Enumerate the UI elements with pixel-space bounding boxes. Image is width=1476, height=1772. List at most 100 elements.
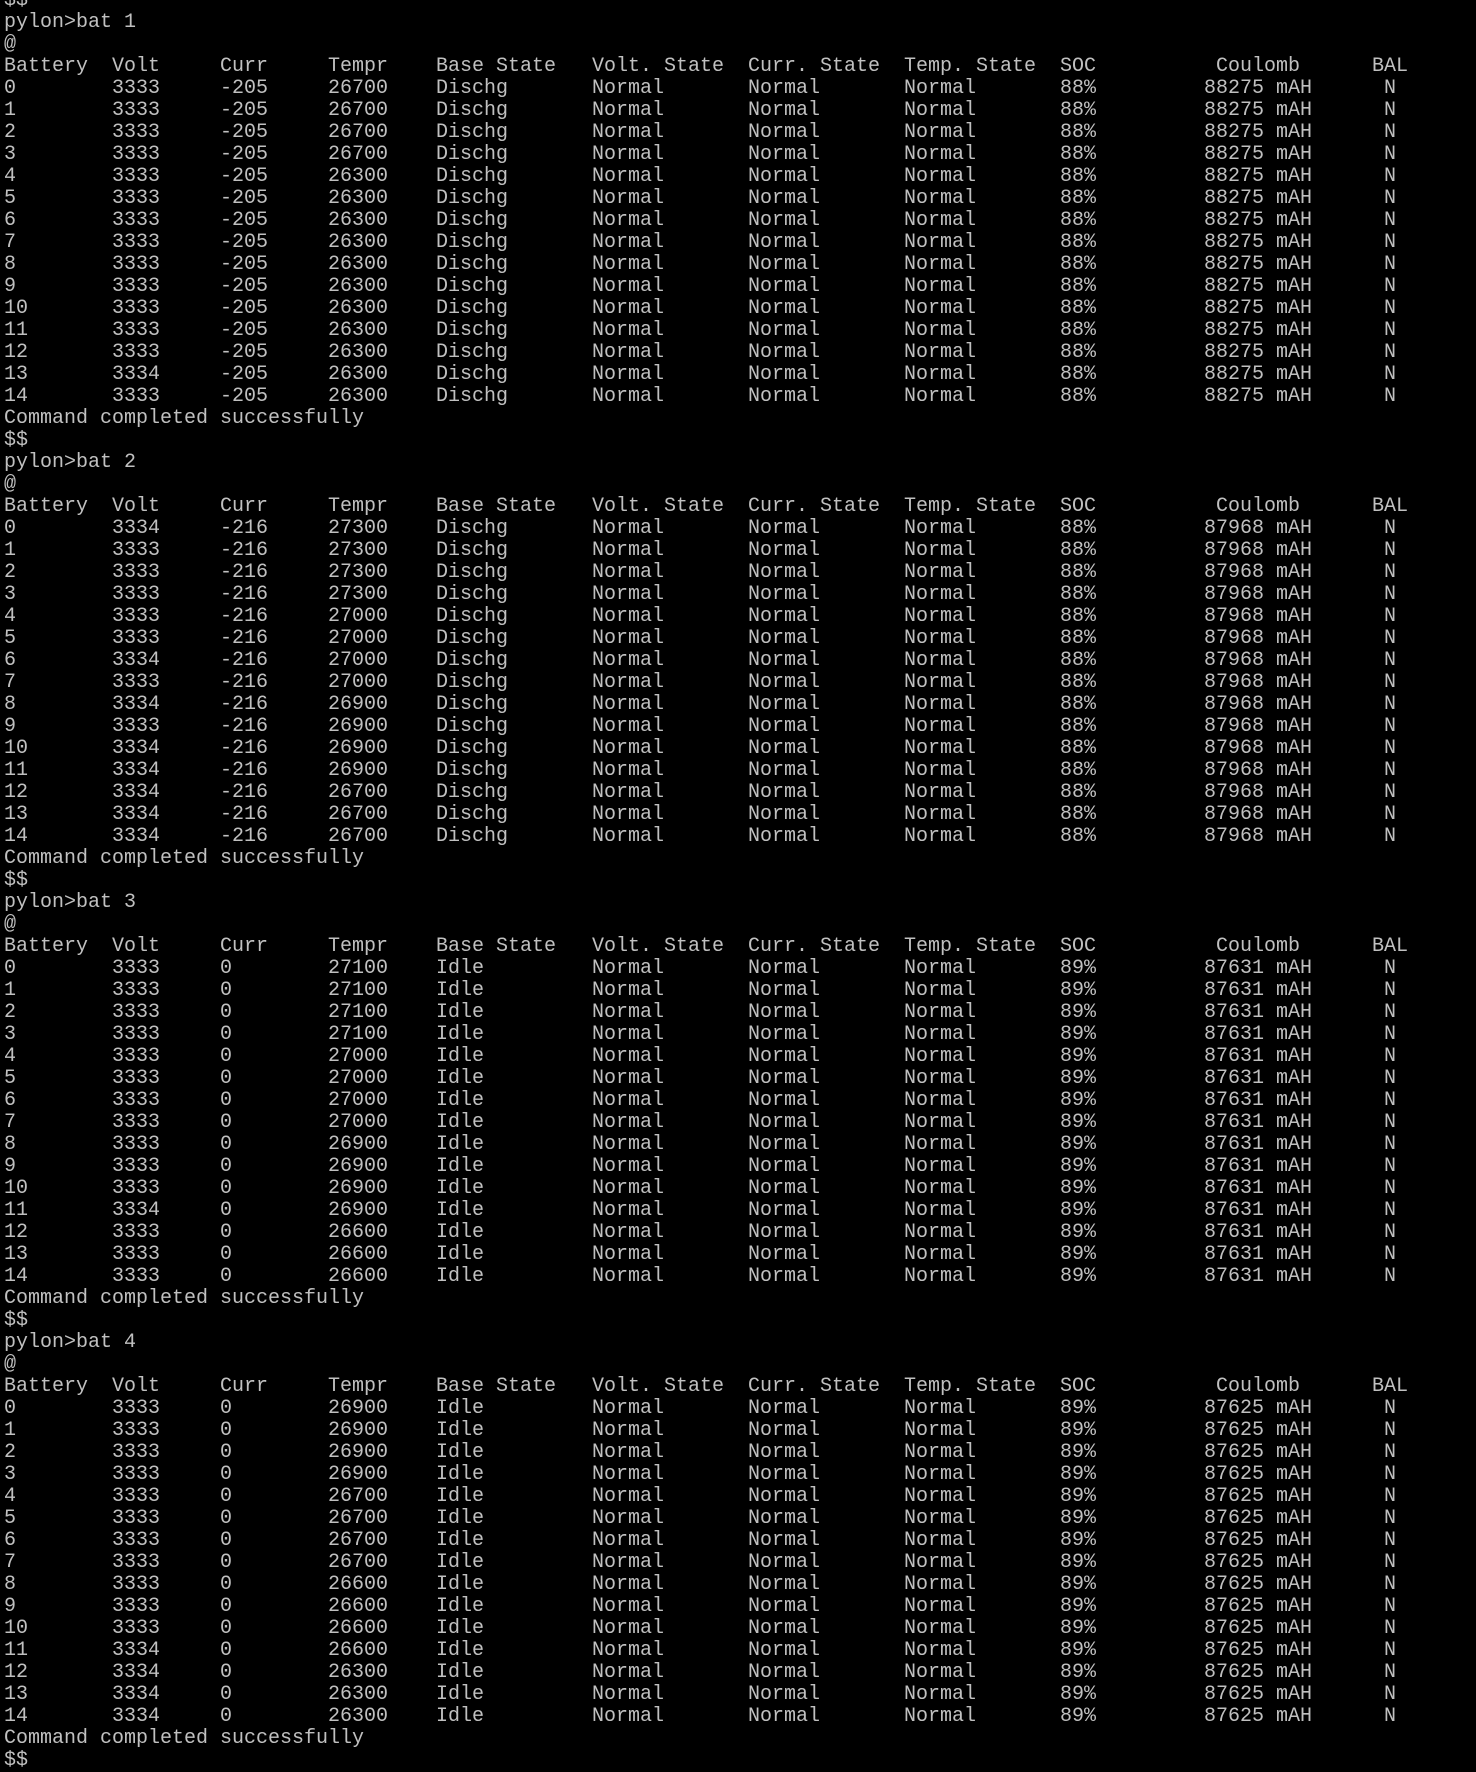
cell-temp-state: Normal [904,715,977,738]
cell-volt: 3333 [112,319,161,342]
ack-line: @ [4,474,1476,496]
cell-volt: 3333 [112,1463,161,1486]
cell-coulomb: 88275 mAH [1204,341,1313,364]
cell-base-state: Dischg [436,605,509,628]
cell-curr: -216 [220,781,269,804]
cell-volt-state: Normal [592,539,665,562]
cell-tempr: 26300 [328,341,389,364]
table-row: 8 3333 0 26600 Idle Normal Normal Normal 89% 8762… [4,1574,1476,1596]
cell-base-state: Idle [436,1419,485,1442]
cell-curr: 0 [220,957,233,980]
cell-base-state: Idle [436,1067,485,1090]
cell-bal: N [1384,1155,1397,1178]
cell-tempr: 26700 [328,77,389,100]
cell-battery: 10 [4,1177,29,1200]
cell-curr: -216 [220,803,269,826]
cell-temp-state: Normal [904,737,977,760]
cell-base-state: Dischg [436,517,509,540]
cell-bal: N [1384,1419,1397,1442]
cell-curr: -216 [220,715,269,738]
cell-bal: N [1384,1529,1397,1552]
cell-temp-state: Normal [904,1133,977,1156]
cell-coulomb: 87625 mAH [1204,1595,1313,1618]
cell-tempr: 26300 [328,275,389,298]
table-row: 5 3333 -205 26300 Dischg Normal Normal Normal 88… [4,188,1476,210]
cell-tempr: 26300 [328,363,389,386]
cell-curr: 0 [220,1441,233,1464]
table-row: 14 3333 -205 26300 Dischg Normal Normal Normal 8… [4,386,1476,408]
cell-soc: 88% [1060,231,1097,254]
cell-volt: 3333 [112,979,161,1002]
cell-bal: N [1384,297,1397,320]
cell-coulomb: 87625 mAH [1204,1705,1313,1728]
cell-curr-state: Normal [748,1111,821,1134]
cell-coulomb: 87968 mAH [1204,583,1313,606]
cell-curr-state: Normal [748,759,821,782]
cell-base-state: Dischg [436,341,509,364]
cell-coulomb: 87625 mAH [1204,1661,1313,1684]
cell-tempr: 27100 [328,957,389,980]
cell-soc: 88% [1060,253,1097,276]
cell-bal: N [1384,385,1397,408]
cell-temp-state: Normal [904,803,977,826]
cell-base-state: Dischg [436,275,509,298]
cell-volt-state: Normal [592,143,665,166]
cell-temp-state: Normal [904,1045,977,1068]
cell-base-state: Dischg [436,539,509,562]
cell-volt: 3333 [112,539,161,562]
cell-volt-state: Normal [592,627,665,650]
prompt-marker: $$ [4,869,29,892]
cell-curr-state: Normal [748,1221,821,1244]
cell-tempr: 26300 [328,209,389,232]
cell-battery: 4 [4,1485,17,1508]
cell-volt: 3333 [112,1265,161,1288]
cell-temp-state: Normal [904,1023,977,1046]
cell-base-state: Idle [436,1463,485,1486]
command-line: pylon>bat 3 [4,892,1476,914]
cell-coulomb: 87968 mAH [1204,803,1313,826]
header-temp-state: Temp. State [904,55,1037,78]
cell-battery: 6 [4,209,17,232]
header-curr: Curr [220,1375,269,1398]
cell-curr-state: Normal [748,825,821,848]
cell-curr-state: Normal [748,979,821,1002]
cell-battery: 12 [4,781,29,804]
cell-soc: 89% [1060,1595,1097,1618]
cell-coulomb: 87625 mAH [1204,1397,1313,1420]
cell-temp-state: Normal [904,1639,977,1662]
cell-bal: N [1384,627,1397,650]
cell-coulomb: 87968 mAH [1204,539,1313,562]
cell-base-state: Idle [436,1023,485,1046]
cell-curr: 0 [220,1133,233,1156]
cell-volt-state: Normal [592,1683,665,1706]
table-row: 5 3333 0 26700 Idle Normal Normal Normal 89% 8762… [4,1508,1476,1530]
cell-volt: 3333 [112,1089,161,1112]
cell-base-state: Idle [436,1441,485,1464]
cell-base-state: Idle [436,1485,485,1508]
cell-curr: 0 [220,1089,233,1112]
cell-curr-state: Normal [748,1551,821,1574]
cell-volt: 3333 [112,297,161,320]
cell-tempr: 26600 [328,1617,389,1640]
cell-coulomb: 87631 mAH [1204,1177,1313,1200]
cell-bal: N [1384,715,1397,738]
cell-volt: 3333 [112,385,161,408]
cell-coulomb: 87631 mAH [1204,1023,1313,1046]
cell-tempr: 27300 [328,583,389,606]
cell-base-state: Idle [436,1089,485,1112]
cell-curr-state: Normal [748,1485,821,1508]
cell-soc: 88% [1060,209,1097,232]
cell-temp-state: Normal [904,1177,977,1200]
cell-temp-state: Normal [904,693,977,716]
cell-bal: N [1384,979,1397,1002]
cell-curr-state: Normal [748,957,821,980]
terminal-output[interactable]: $$ pylon>bat 1 @ Battery Volt Curr Tempr Base S… [4,0,1476,1772]
cell-volt-state: Normal [592,275,665,298]
cell-coulomb: 87625 mAH [1204,1617,1313,1640]
cell-base-state: Idle [436,1045,485,1068]
cell-curr-state: Normal [748,253,821,276]
cell-base-state: Idle [436,1529,485,1552]
cell-curr: -205 [220,209,269,232]
cell-volt-state: Normal [592,1507,665,1530]
cell-volt-state: Normal [592,165,665,188]
